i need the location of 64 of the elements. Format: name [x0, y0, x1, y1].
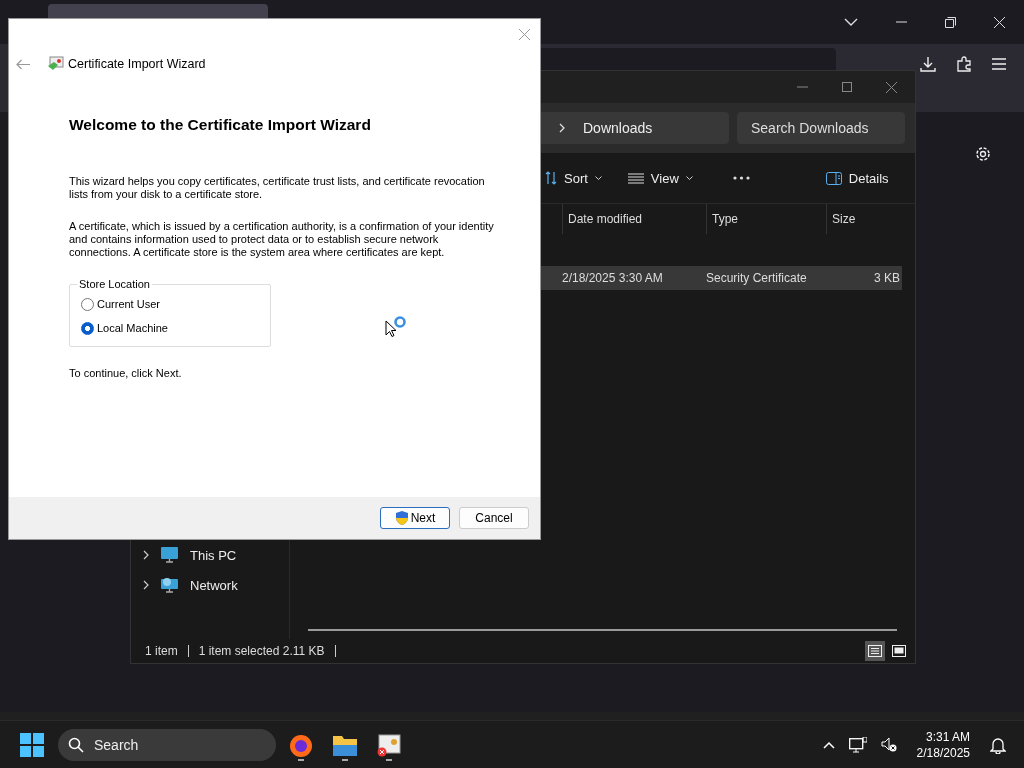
cancel-button[interactable]: Cancel [459, 507, 529, 529]
menu-icon[interactable] [992, 58, 1006, 70]
caret-icon [594, 175, 602, 181]
busy-cursor-icon [385, 316, 409, 338]
browser-app-icon[interactable] [288, 733, 314, 761]
clock-date[interactable]: 2/18/2025 [916, 745, 970, 761]
certificate-app-icon[interactable] [376, 733, 402, 761]
group-label: Store Location [78, 278, 151, 290]
ellipsis-icon [732, 176, 750, 180]
paragraph: This wizard helps you copy certificates, certificate trust lists, and certificate revocation lists from your disk to a certificate store. [69, 175, 486, 201]
column-header[interactable]: Type [706, 204, 826, 234]
maximize-icon[interactable] [842, 82, 852, 92]
details-pane-icon [825, 171, 842, 185]
radio-button[interactable] [81, 297, 94, 311]
paragraph: A certificate, which is issued by a certification authority, is a confirmation of your identity and contains information used to protect data or to establish secure network connections. A certificate store is the system area where certificates are kept. [69, 220, 495, 259]
chevron-right-icon [559, 123, 565, 133]
details-view-button[interactable] [865, 641, 885, 661]
window-title: Certificate Import Wizard [68, 57, 206, 71]
next-button[interactable]: Next [380, 507, 450, 529]
chevron-down-icon[interactable] [844, 17, 858, 27]
breadcrumb-item[interactable]: Downloads [583, 120, 653, 136]
puzzle-icon[interactable] [956, 56, 972, 72]
search-field[interactable]: Search [58, 729, 276, 761]
column-header[interactable]: Size [826, 204, 906, 234]
back-arrow-icon[interactable] [16, 58, 30, 70]
radio-button[interactable] [81, 321, 94, 335]
nav-item[interactable]: Network [190, 577, 238, 593]
clock-time[interactable]: 3:31 AM [925, 729, 970, 745]
details-pane-button[interactable]: Details [819, 166, 895, 190]
caret-icon [685, 175, 693, 181]
speaker-muted-icon[interactable] [880, 737, 897, 753]
radio-option[interactable]: Local Machine [81, 316, 270, 340]
instruction-text: To continue, click Next. [69, 367, 183, 380]
restore-icon[interactable] [945, 16, 956, 28]
table-cell-text: Security Certificate [706, 271, 808, 285]
lines-icon [627, 172, 644, 184]
settings-icon[interactable] [974, 145, 992, 163]
status-text: 1 item selected 2.11 KB [198, 644, 325, 658]
network-icon [161, 577, 178, 593]
column-header[interactable]: Date modified [562, 204, 706, 234]
file-row[interactable]: 2/18/2025 3:30 AM Security Certificate 3 KB [540, 266, 902, 290]
table-cell-text: 3 KB [873, 271, 900, 285]
monitor-icon [161, 547, 178, 563]
nav-item[interactable]: This PC [190, 547, 237, 563]
sort-arrows-icon [545, 171, 557, 185]
start-icon[interactable] [20, 733, 44, 757]
radio-option[interactable]: Current User [81, 292, 270, 316]
status-text: 1 item [145, 644, 178, 658]
table-cell-text: 2/18/2025 3:30 AM [562, 271, 664, 285]
view-button[interactable]: View [621, 166, 699, 190]
notification-bell-icon[interactable] [990, 736, 1006, 754]
wizard-heading: Welcome to the Certificate Import Wizard [69, 116, 372, 134]
scrollbar[interactable] [308, 629, 897, 631]
chevron-up-icon[interactable] [822, 741, 835, 749]
download-icon[interactable] [920, 56, 936, 72]
folder-app-icon[interactable] [332, 733, 358, 761]
certificate-icon [47, 56, 64, 72]
sort-button[interactable]: Sort [539, 166, 608, 190]
search-field[interactable]: Search Downloads [737, 112, 905, 144]
monitor-icon[interactable] [848, 737, 867, 753]
shield-icon [394, 511, 409, 525]
search-icon [68, 737, 84, 753]
chevron-right-icon[interactable] [143, 580, 149, 590]
chevron-right-icon[interactable] [143, 550, 149, 560]
